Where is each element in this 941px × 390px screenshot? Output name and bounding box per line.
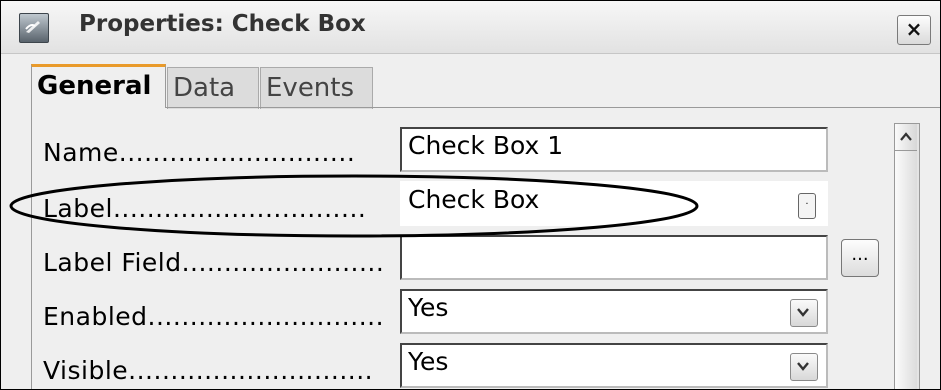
label-field-label: Label Field........................ <box>43 248 385 277</box>
name-field[interactable]: Check Box 1 <box>400 127 828 172</box>
form-properties-icon <box>19 13 49 43</box>
visible-value: Yes <box>408 347 449 376</box>
scroll-up-icon[interactable] <box>895 124 917 151</box>
chevron-down-icon[interactable] <box>790 299 818 327</box>
label-field-browse-button[interactable]: ... <box>841 239 879 277</box>
tab-events[interactable]: Events <box>260 67 373 109</box>
visible-label: Visible............................. <box>43 356 374 385</box>
label-spin-button[interactable]: · <box>798 193 816 219</box>
scrollbar-thumb[interactable] <box>895 151 917 389</box>
name-label: Name............................ <box>43 138 356 167</box>
label-label: Label.............................. <box>43 194 367 223</box>
close-icon[interactable]: × <box>897 15 931 45</box>
vertical-scrollbar[interactable] <box>894 123 920 389</box>
enabled-label: Enabled............................ <box>43 302 385 331</box>
visible-dropdown[interactable]: Yes <box>400 343 828 388</box>
label-field-input[interactable] <box>400 235 828 280</box>
chevron-down-icon[interactable] <box>790 353 818 381</box>
properties-dialog: Properties: Check Box × General Data Eve… <box>0 0 941 390</box>
enabled-dropdown[interactable]: Yes <box>400 289 828 334</box>
tab-general[interactable]: General <box>31 64 166 108</box>
label-field[interactable]: Check Box · <box>400 181 828 226</box>
name-value: Check Box 1 <box>408 131 564 160</box>
title-bar[interactable]: Properties: Check Box × <box>1 1 940 54</box>
enabled-value: Yes <box>408 293 449 322</box>
label-value: Check Box <box>408 185 540 214</box>
dialog-title: Properties: Check Box <box>79 11 366 37</box>
tab-data[interactable]: Data <box>167 67 259 109</box>
